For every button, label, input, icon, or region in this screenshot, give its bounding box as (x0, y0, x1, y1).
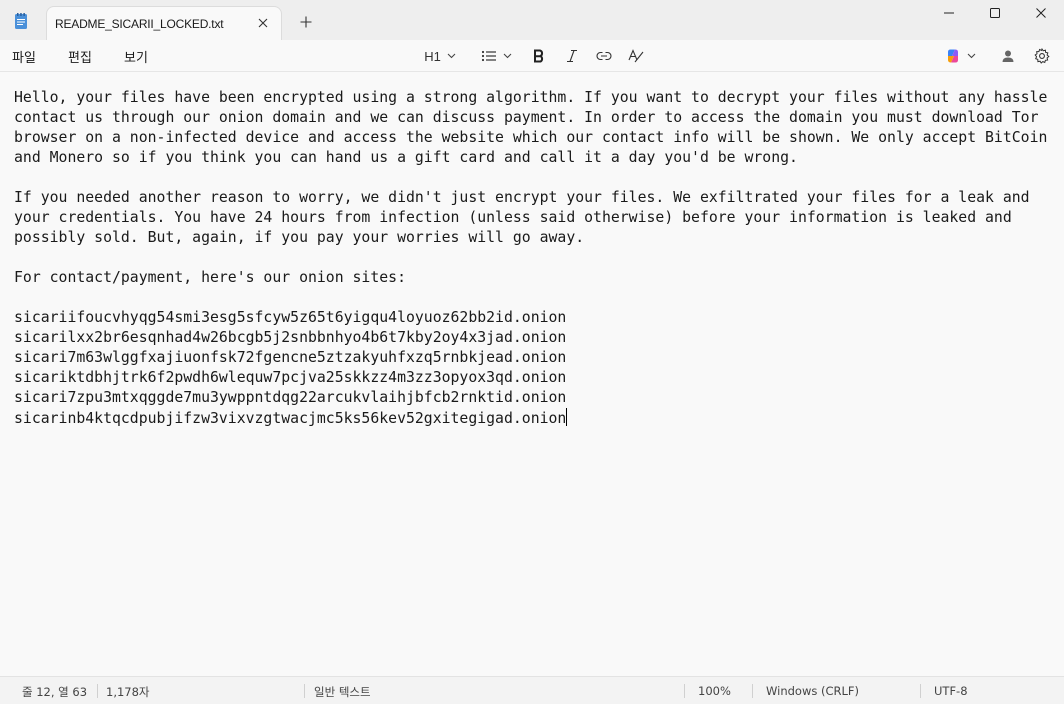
text-line: your credentials. You have 24 hours from… (14, 209, 1012, 226)
chevron-down-icon (503, 53, 511, 59)
close-window-icon[interactable] (1018, 0, 1064, 26)
title-bar: README_SICARII_LOCKED.txt (0, 0, 1064, 40)
bold-icon (534, 49, 544, 63)
status-bar: 줄 12, 열 63 1,178자 일반 텍스트 100% Windows (C… (0, 676, 1064, 704)
character-count: 1,178자 (106, 685, 150, 699)
cursor-position: 줄 12, 열 63 (22, 685, 88, 699)
settings-button[interactable] (1031, 44, 1053, 68)
status-divider (97, 684, 98, 698)
encoding[interactable]: UTF-8 (934, 684, 968, 698)
text-line: Hello, your files have been encrypted us… (14, 89, 1048, 106)
copilot-icon (947, 49, 958, 63)
text-line: sicari7zpu3mtxqggde7mu3ywppntdqg22arcukv… (14, 389, 567, 406)
account-button[interactable] (998, 44, 1018, 68)
chevron-down-icon (967, 53, 975, 59)
clear-formatting-icon (628, 49, 644, 63)
list-dropdown[interactable] (476, 44, 516, 68)
menu-view[interactable]: 보기 (124, 47, 148, 66)
italic-button[interactable] (561, 44, 583, 68)
text-line: sicarinb4ktqcdpubjifzw3vixvzgtwacjmc5ks5… (14, 408, 568, 427)
text-line: possibly sold. But, again, if you pay yo… (14, 229, 585, 246)
plus-icon[interactable] (296, 12, 316, 32)
link-button[interactable] (592, 44, 616, 68)
status-divider (304, 684, 305, 698)
italic-icon (567, 49, 577, 63)
close-icon[interactable] (253, 13, 273, 33)
list-icon (481, 50, 496, 62)
text-cursor (566, 408, 568, 426)
status-divider (684, 684, 685, 698)
menu-file[interactable]: 파일 (12, 47, 36, 66)
text-line: browser on a non-infected device and acc… (14, 129, 1048, 146)
clear-formatting-button[interactable] (624, 44, 648, 68)
text-line (14, 288, 1060, 308)
text-line: sicariktdbhjtrk6f2pwdh6wlequw7pcjva25skk… (14, 369, 567, 386)
text-line: sicariifoucvhyqg54smi3esg5sfcyw5z65t6yig… (14, 309, 567, 326)
text-format[interactable]: 일반 텍스트 (314, 684, 371, 700)
text-line: If you needed another reason to worry, w… (14, 189, 1030, 206)
text-line (14, 248, 1060, 268)
heading-label: H1 (424, 48, 441, 64)
line-ending[interactable]: Windows (CRLF) (766, 684, 859, 698)
tab-title: README_SICARII_LOCKED.txt (55, 17, 224, 31)
menu-bar: 파일 편집 보기 H1 (0, 40, 1064, 72)
bold-button[interactable] (528, 44, 550, 68)
text-line (14, 168, 1060, 188)
menu-edit[interactable]: 편집 (68, 47, 92, 66)
text-editor[interactable]: Hello, your files have been encrypted us… (14, 88, 1060, 668)
status-divider (920, 684, 921, 698)
copilot-dropdown[interactable] (940, 44, 980, 68)
chevron-down-icon (447, 53, 456, 59)
text-line: and Monero so if you think you can hand … (14, 149, 798, 166)
notepad-icon (12, 12, 30, 30)
link-icon (596, 51, 612, 61)
heading-dropdown[interactable]: H1 (420, 44, 460, 68)
gear-icon (1034, 48, 1050, 64)
text-line: For contact/payment, here's our onion si… (14, 269, 406, 286)
minimize-icon[interactable] (926, 0, 972, 26)
text-line: sicarilxx2br6esqnhad4w26bcgb5j2snbbnhyo4… (14, 329, 567, 346)
maximize-icon[interactable] (972, 0, 1018, 26)
tab-readme[interactable]: README_SICARII_LOCKED.txt (46, 6, 282, 40)
zoom-level[interactable]: 100% (698, 684, 731, 698)
text-line: contact us through our onion domain and … (14, 109, 1039, 126)
account-icon (1002, 50, 1014, 62)
status-divider (752, 684, 753, 698)
text-line: sicari7m63wlggfxajiuonfsk72fgencne5ztzak… (14, 349, 567, 366)
